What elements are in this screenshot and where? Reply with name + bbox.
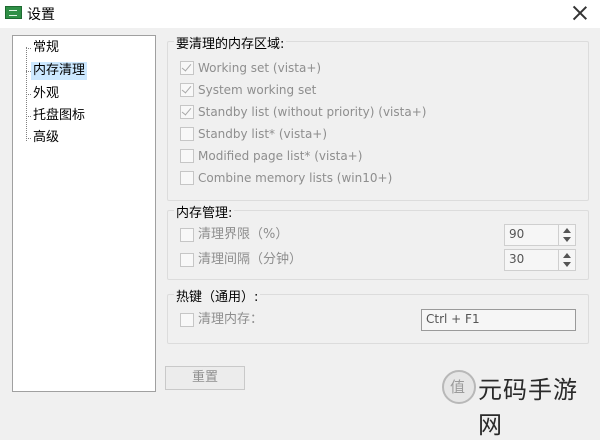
interval-label: 清理间隔（分钟） — [198, 252, 303, 267]
title-bar: 设置 — [0, 0, 600, 28]
option-label: Working set (vista+) — [198, 61, 322, 75]
app-icon — [5, 6, 22, 19]
spin-up-icon[interactable] — [563, 228, 571, 233]
hotkey-title: 热键（通用）: — [174, 286, 261, 305]
spinner-buttons[interactable] — [558, 250, 575, 270]
watermark-logo-icon — [442, 370, 476, 404]
option-label: Standby list* (vista+) — [198, 127, 328, 141]
sidebar-item-appearance[interactable]: 外观 — [26, 85, 61, 103]
limit-label: 清理界限（%） — [198, 227, 289, 242]
spin-down-icon[interactable] — [563, 237, 571, 242]
interval-spinner[interactable]: 30 — [504, 249, 576, 271]
checkbox[interactable] — [180, 105, 194, 119]
reset-button[interactable]: 重置 — [165, 366, 245, 390]
settings-tree: 常规 内存清理 外观 托盘图标 高级 — [12, 35, 156, 392]
checkbox[interactable] — [180, 83, 194, 97]
hotkey-value: Ctrl + F1 — [426, 312, 480, 326]
limit-value: 90 — [509, 227, 525, 241]
sidebar-item-label: 内存清理 — [33, 63, 86, 78]
spin-down-icon[interactable] — [563, 262, 571, 267]
sidebar-item-label: 外观 — [33, 86, 60, 101]
interval-value: 30 — [509, 252, 525, 266]
spinner-buttons[interactable] — [558, 225, 575, 245]
sidebar-item-label: 托盘图标 — [33, 108, 86, 123]
checkbox[interactable] — [180, 313, 194, 327]
sidebar-item-general[interactable]: 常规 — [26, 39, 61, 57]
option-label: System working set — [198, 83, 317, 97]
sidebar-item-advanced[interactable]: 高级 — [26, 129, 61, 147]
checkbox[interactable] — [180, 149, 194, 163]
checkbox[interactable] — [180, 171, 194, 185]
sidebar-item-memory-clean[interactable]: 内存清理 — [26, 62, 88, 80]
sidebar-item-label: 高级 — [33, 130, 60, 145]
sidebar-item-label: 常规 — [33, 40, 60, 55]
hotkey-input[interactable]: Ctrl + F1 — [421, 309, 576, 331]
spin-up-icon[interactable] — [563, 253, 571, 258]
checkbox[interactable] — [180, 228, 194, 242]
limit-spinner[interactable]: 90 — [504, 224, 576, 246]
window-title: 设置 — [27, 7, 55, 23]
memory-management-title: 内存管理: — [174, 202, 235, 221]
option-label: Modified page list* (vista+) — [198, 149, 363, 163]
watermark-text: 元码手游网 — [478, 376, 578, 439]
watermark: 元码手游网 — [440, 368, 600, 439]
option-label: Standby list (without priority) (vista+) — [198, 105, 427, 119]
option-label: Combine memory lists (win10+) — [198, 171, 393, 185]
hotkey-label: 清理内存： — [198, 312, 264, 327]
checkbox[interactable] — [180, 253, 194, 267]
sidebar-item-tray-icon[interactable]: 托盘图标 — [26, 107, 87, 125]
memory-areas-title: 要清理的内存区域: — [174, 33, 287, 52]
checkbox[interactable] — [180, 61, 194, 75]
close-icon[interactable] — [569, 2, 591, 24]
checkbox[interactable] — [180, 127, 194, 141]
